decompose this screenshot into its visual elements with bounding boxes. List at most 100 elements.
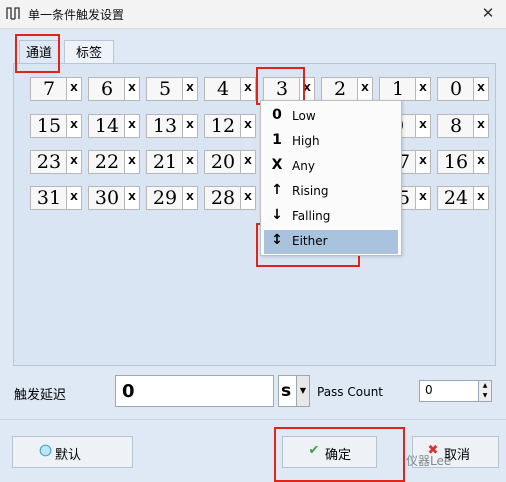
channel-0[interactable]: 0X xyxy=(437,77,489,101)
pass-count-label: Pass Count xyxy=(317,385,384,399)
channel-number: 13 xyxy=(146,114,184,138)
channel-mode-button[interactable]: X xyxy=(415,186,431,210)
trigger-glyph: ↑ xyxy=(271,182,283,198)
channel-number: 7 xyxy=(30,77,68,101)
channel-mode-button[interactable]: X xyxy=(240,150,256,174)
trigger-glyph: ↕ xyxy=(271,232,283,248)
menu-item-either[interactable]: ↕ Either xyxy=(264,230,398,254)
channel-mode-button[interactable]: X xyxy=(473,77,489,101)
channel-number: 4 xyxy=(204,77,242,101)
channel-number: 15 xyxy=(30,114,68,138)
menu-item-label: Any xyxy=(292,159,315,173)
separator xyxy=(0,419,506,420)
menu-item-label: High xyxy=(292,134,320,148)
channel-mode-button[interactable]: X xyxy=(473,150,489,174)
channel-number: 0 xyxy=(437,77,475,101)
chevron-down-icon[interactable]: ▼ xyxy=(296,376,309,406)
menu-item-high[interactable]: 1 High xyxy=(264,130,398,154)
channel-mode-button[interactable]: X xyxy=(124,77,140,101)
menu-item-falling[interactable]: ↓ Falling xyxy=(264,205,398,229)
channel-7[interactable]: 7X xyxy=(30,77,82,101)
pass-count-value: 0 xyxy=(425,383,433,397)
channel-6[interactable]: 6X xyxy=(88,77,140,101)
channel-mode-button[interactable]: X xyxy=(182,150,198,174)
delay-unit-select[interactable]: s ▼ xyxy=(278,375,310,407)
channel-21[interactable]: 21 X xyxy=(146,150,198,174)
channel-8[interactable]: 8X xyxy=(437,114,489,138)
channel-mode-button[interactable]: X xyxy=(182,186,198,210)
channel-28[interactable]: 28 X xyxy=(204,186,256,210)
channel-30[interactable]: 30 X xyxy=(88,186,140,210)
channel-number: 14 xyxy=(88,114,126,138)
pass-count-input[interactable]: 0 ▲ ▼ xyxy=(419,380,492,402)
channel-mode-button[interactable]: X xyxy=(182,114,198,138)
channel-number: 29 xyxy=(146,186,184,210)
channel-mode-button[interactable]: X xyxy=(66,150,82,174)
close-icon[interactable]: ✕ xyxy=(476,2,500,24)
channel-mode-button[interactable]: X xyxy=(124,150,140,174)
spinner-icon[interactable]: ▲ ▼ xyxy=(478,381,491,401)
channel-31[interactable]: 31 X xyxy=(30,186,82,210)
delay-input[interactable]: 0 xyxy=(115,375,274,407)
channel-24[interactable]: 24 X xyxy=(437,186,489,210)
channel-mode-button[interactable]: X xyxy=(415,114,431,138)
channel-mode-button[interactable]: X xyxy=(240,186,256,210)
channel-mode-button[interactable]: X xyxy=(415,77,431,101)
channel-mode-button[interactable]: X xyxy=(66,114,82,138)
watermark: 仪器Lee xyxy=(406,454,452,468)
menu-item-low[interactable]: 0 Low xyxy=(264,105,398,129)
channel-29[interactable]: 29 X xyxy=(146,186,198,210)
menu-item-any[interactable]: X Any xyxy=(264,155,398,179)
channel-mode-button[interactable]: X xyxy=(66,186,82,210)
channel-number: 12 xyxy=(204,114,242,138)
channel-mode-button[interactable]: X xyxy=(473,186,489,210)
channel-5[interactable]: 5X xyxy=(146,77,198,101)
channel-mode-button[interactable]: X xyxy=(240,77,256,101)
pulse-icon xyxy=(6,7,20,20)
channel-4[interactable]: 4X xyxy=(204,77,256,101)
channel-number: 6 xyxy=(88,77,126,101)
channel-number: 1 xyxy=(379,77,417,101)
default-label: 默认 xyxy=(55,448,82,463)
channel-13[interactable]: 13 X xyxy=(146,114,198,138)
channel-number: 20 xyxy=(204,150,242,174)
channel-panel: 7X6X5X4X3X2X1X0X15X14X13X12X11X10X9X8X23… xyxy=(13,63,496,366)
menu-item-label: Low xyxy=(292,109,316,123)
channel-12[interactable]: 12 X xyxy=(204,114,256,138)
tab-label: 标签 xyxy=(75,46,102,61)
channel-3[interactable]: 3X xyxy=(263,77,315,101)
channel-22[interactable]: 22 X xyxy=(88,150,140,174)
channel-14[interactable]: 14 X xyxy=(88,114,140,138)
channel-mode-button[interactable]: X xyxy=(124,186,140,210)
channel-number: 3 xyxy=(263,77,301,101)
ok-button[interactable]: ✔ 确定 xyxy=(282,436,377,468)
channel-number: 16 xyxy=(437,150,475,174)
channel-number: 2 xyxy=(321,77,359,101)
channel-2[interactable]: 2X xyxy=(321,77,373,101)
default-icon xyxy=(38,444,52,458)
channel-number: 31 xyxy=(30,186,68,210)
default-button[interactable]: 默认 xyxy=(12,436,133,468)
channel-mode-button[interactable]: X xyxy=(240,114,256,138)
channel-mode-button[interactable]: X xyxy=(415,150,431,174)
window-title: 单一条件触发设置 xyxy=(28,8,125,22)
check-icon: ✔ xyxy=(308,443,320,458)
channel-15[interactable]: 15 X xyxy=(30,114,82,138)
channel-mode-button[interactable]: X xyxy=(182,77,198,101)
channel-mode-button[interactable]: X xyxy=(357,77,373,101)
trigger-glyph: 1 xyxy=(272,132,282,148)
menu-item-rising[interactable]: ↑ Rising xyxy=(264,180,398,204)
channel-number: 8 xyxy=(437,114,475,138)
delay-unit: s xyxy=(281,381,292,401)
channel-mode-button[interactable]: X xyxy=(124,114,140,138)
menu-item-label: Rising xyxy=(292,184,329,198)
channel-1[interactable]: 1X xyxy=(379,77,431,101)
trigger-mode-menu: 0 Low 1 High X Any ↑ Rising ↓ Falling ↕ Either xyxy=(260,100,402,256)
channel-mode-button[interactable]: X xyxy=(299,77,315,101)
channel-23[interactable]: 23 X xyxy=(30,150,82,174)
channel-mode-button[interactable]: X xyxy=(473,114,489,138)
channel-20[interactable]: 20 X xyxy=(204,150,256,174)
channel-mode-button[interactable]: X xyxy=(66,77,82,101)
channel-number: 24 xyxy=(437,186,475,210)
channel-16[interactable]: 16 X xyxy=(437,150,489,174)
